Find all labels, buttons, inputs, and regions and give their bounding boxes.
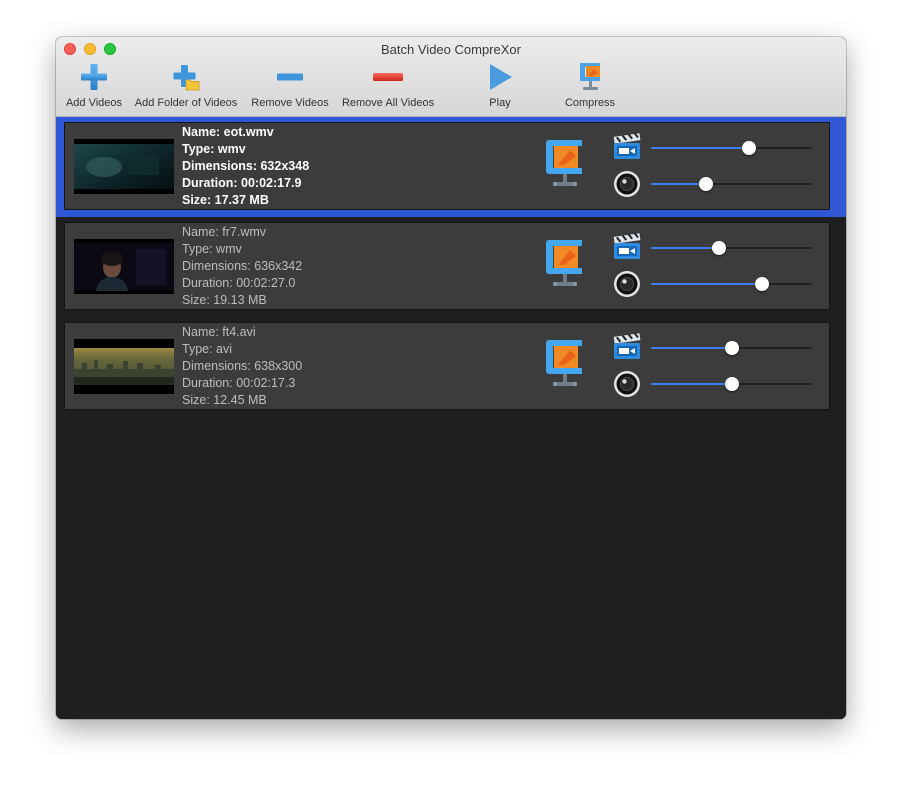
video-size: Size: 12.45 MB: [182, 393, 267, 407]
add-videos-label: Add Videos: [65, 97, 123, 109]
play-icon: [490, 64, 512, 90]
compress-clamp-icon: [546, 340, 582, 386]
slider-fill: [651, 383, 732, 385]
slider-fill: [651, 247, 719, 249]
play-button[interactable]: Play: [478, 61, 522, 113]
add-plus-icon: [81, 64, 107, 90]
audio-quality-slider[interactable]: [651, 275, 812, 293]
compress-video-button[interactable]: [543, 340, 585, 393]
audio-quality-icon: [613, 170, 641, 203]
video-size: Size: 19.13 MB: [182, 293, 267, 307]
video-name: Name: eot.wmv: [182, 125, 274, 139]
remove-all-videos-label: Remove All Videos: [341, 97, 435, 109]
window-title: Batch Video CompreXor: [381, 42, 521, 57]
slider-fill: [651, 183, 706, 185]
minus-icon: [277, 73, 303, 81]
audio-quality-icon: [613, 270, 641, 303]
slider-knob[interactable]: [742, 141, 757, 155]
video-row[interactable]: Name: eot.wmv Type: wmv Dimensions: 632x…: [64, 122, 830, 210]
audio-quality-slider[interactable]: [651, 175, 812, 193]
video-row[interactable]: Name: fr7.wmv Type: wmv Dimensions: 636x…: [64, 222, 830, 310]
compress-label: Compress: [564, 97, 616, 109]
video-thumbnail: [74, 339, 174, 394]
slider-knob[interactable]: [755, 277, 770, 291]
video-type: Type: wmv: [182, 142, 246, 156]
slider-knob[interactable]: [724, 341, 739, 355]
video-quality-slider[interactable]: [651, 239, 812, 257]
video-dimensions: Dimensions: 638x300: [182, 359, 303, 373]
video-type: Type: avi: [182, 342, 233, 356]
add-folder-icon: [173, 65, 200, 91]
video-row-selection[interactable]: Name: eot.wmv Type: wmv Dimensions: 632x…: [56, 117, 846, 217]
slider-fill: [651, 147, 750, 149]
slider-fill: [651, 283, 763, 285]
video-size: Size: 17.37 MB: [182, 193, 269, 207]
video-row-container[interactable]: Name: ft4.avi Type: avi Dimensions: 638x…: [56, 317, 846, 417]
video-row-container[interactable]: Name: fr7.wmv Type: wmv Dimensions: 636x…: [56, 217, 846, 317]
video-thumbnail: [74, 139, 174, 194]
video-quality-slider[interactable]: [651, 139, 812, 157]
slider-knob[interactable]: [724, 377, 739, 391]
video-row[interactable]: Name: ft4.avi Type: avi Dimensions: 638x…: [64, 322, 830, 410]
slider-knob[interactable]: [698, 177, 713, 191]
title-bar: Batch Video CompreXor Add Videos Add Fol…: [56, 37, 846, 117]
audio-quality-icon: [613, 370, 641, 403]
video-type: Type: wmv: [182, 242, 242, 256]
remove-videos-label: Remove Videos: [251, 97, 329, 109]
video-name: Name: fr7.wmv: [182, 225, 267, 239]
video-quality-icon: [613, 232, 641, 266]
compress-video-button[interactable]: [543, 240, 585, 293]
slider-fill: [651, 347, 732, 349]
remove-all-icon: [373, 73, 403, 81]
add-folder-button[interactable]: Add Folder of Videos: [130, 61, 242, 113]
audio-quality-slider[interactable]: [651, 375, 812, 393]
video-duration: Duration: 00:02:17.9: [182, 176, 302, 190]
compress-clamp-icon: [580, 63, 600, 90]
remove-videos-button[interactable]: Remove Videos: [249, 61, 331, 113]
compress-button[interactable]: Compress: [560, 61, 620, 113]
add-videos-button[interactable]: Add Videos: [62, 61, 126, 113]
video-info: Name: eot.wmv Type: wmv Dimensions: 632x…: [182, 124, 309, 209]
play-label: Play: [489, 97, 511, 109]
compress-clamp-icon: [546, 240, 582, 286]
video-quality-icon: [613, 132, 641, 166]
video-duration: Duration: 00:02:17.3: [182, 376, 296, 390]
video-dimensions: Dimensions: 636x342: [182, 259, 303, 273]
video-name: Name: ft4.avi: [182, 325, 256, 339]
video-thumbnail: [74, 239, 174, 294]
video-quality-slider[interactable]: [651, 339, 812, 357]
video-list: Name: eot.wmv Type: wmv Dimensions: 632x…: [56, 117, 846, 719]
slider-knob[interactable]: [711, 241, 726, 255]
video-dimensions: Dimensions: 632x348: [182, 159, 310, 173]
video-quality-icon: [613, 332, 641, 366]
app-window: Batch Video CompreXor Add Videos Add Fol…: [56, 37, 846, 719]
video-info: Name: ft4.avi Type: avi Dimensions: 638x…: [182, 324, 302, 409]
video-duration: Duration: 00:02:27.0: [182, 276, 296, 290]
video-info: Name: fr7.wmv Type: wmv Dimensions: 636x…: [182, 224, 302, 309]
remove-all-videos-button[interactable]: Remove All Videos: [338, 61, 438, 113]
add-folder-label: Add Folder of Videos: [134, 97, 238, 109]
compress-video-button[interactable]: [543, 140, 585, 193]
compress-clamp-icon: [546, 140, 582, 186]
